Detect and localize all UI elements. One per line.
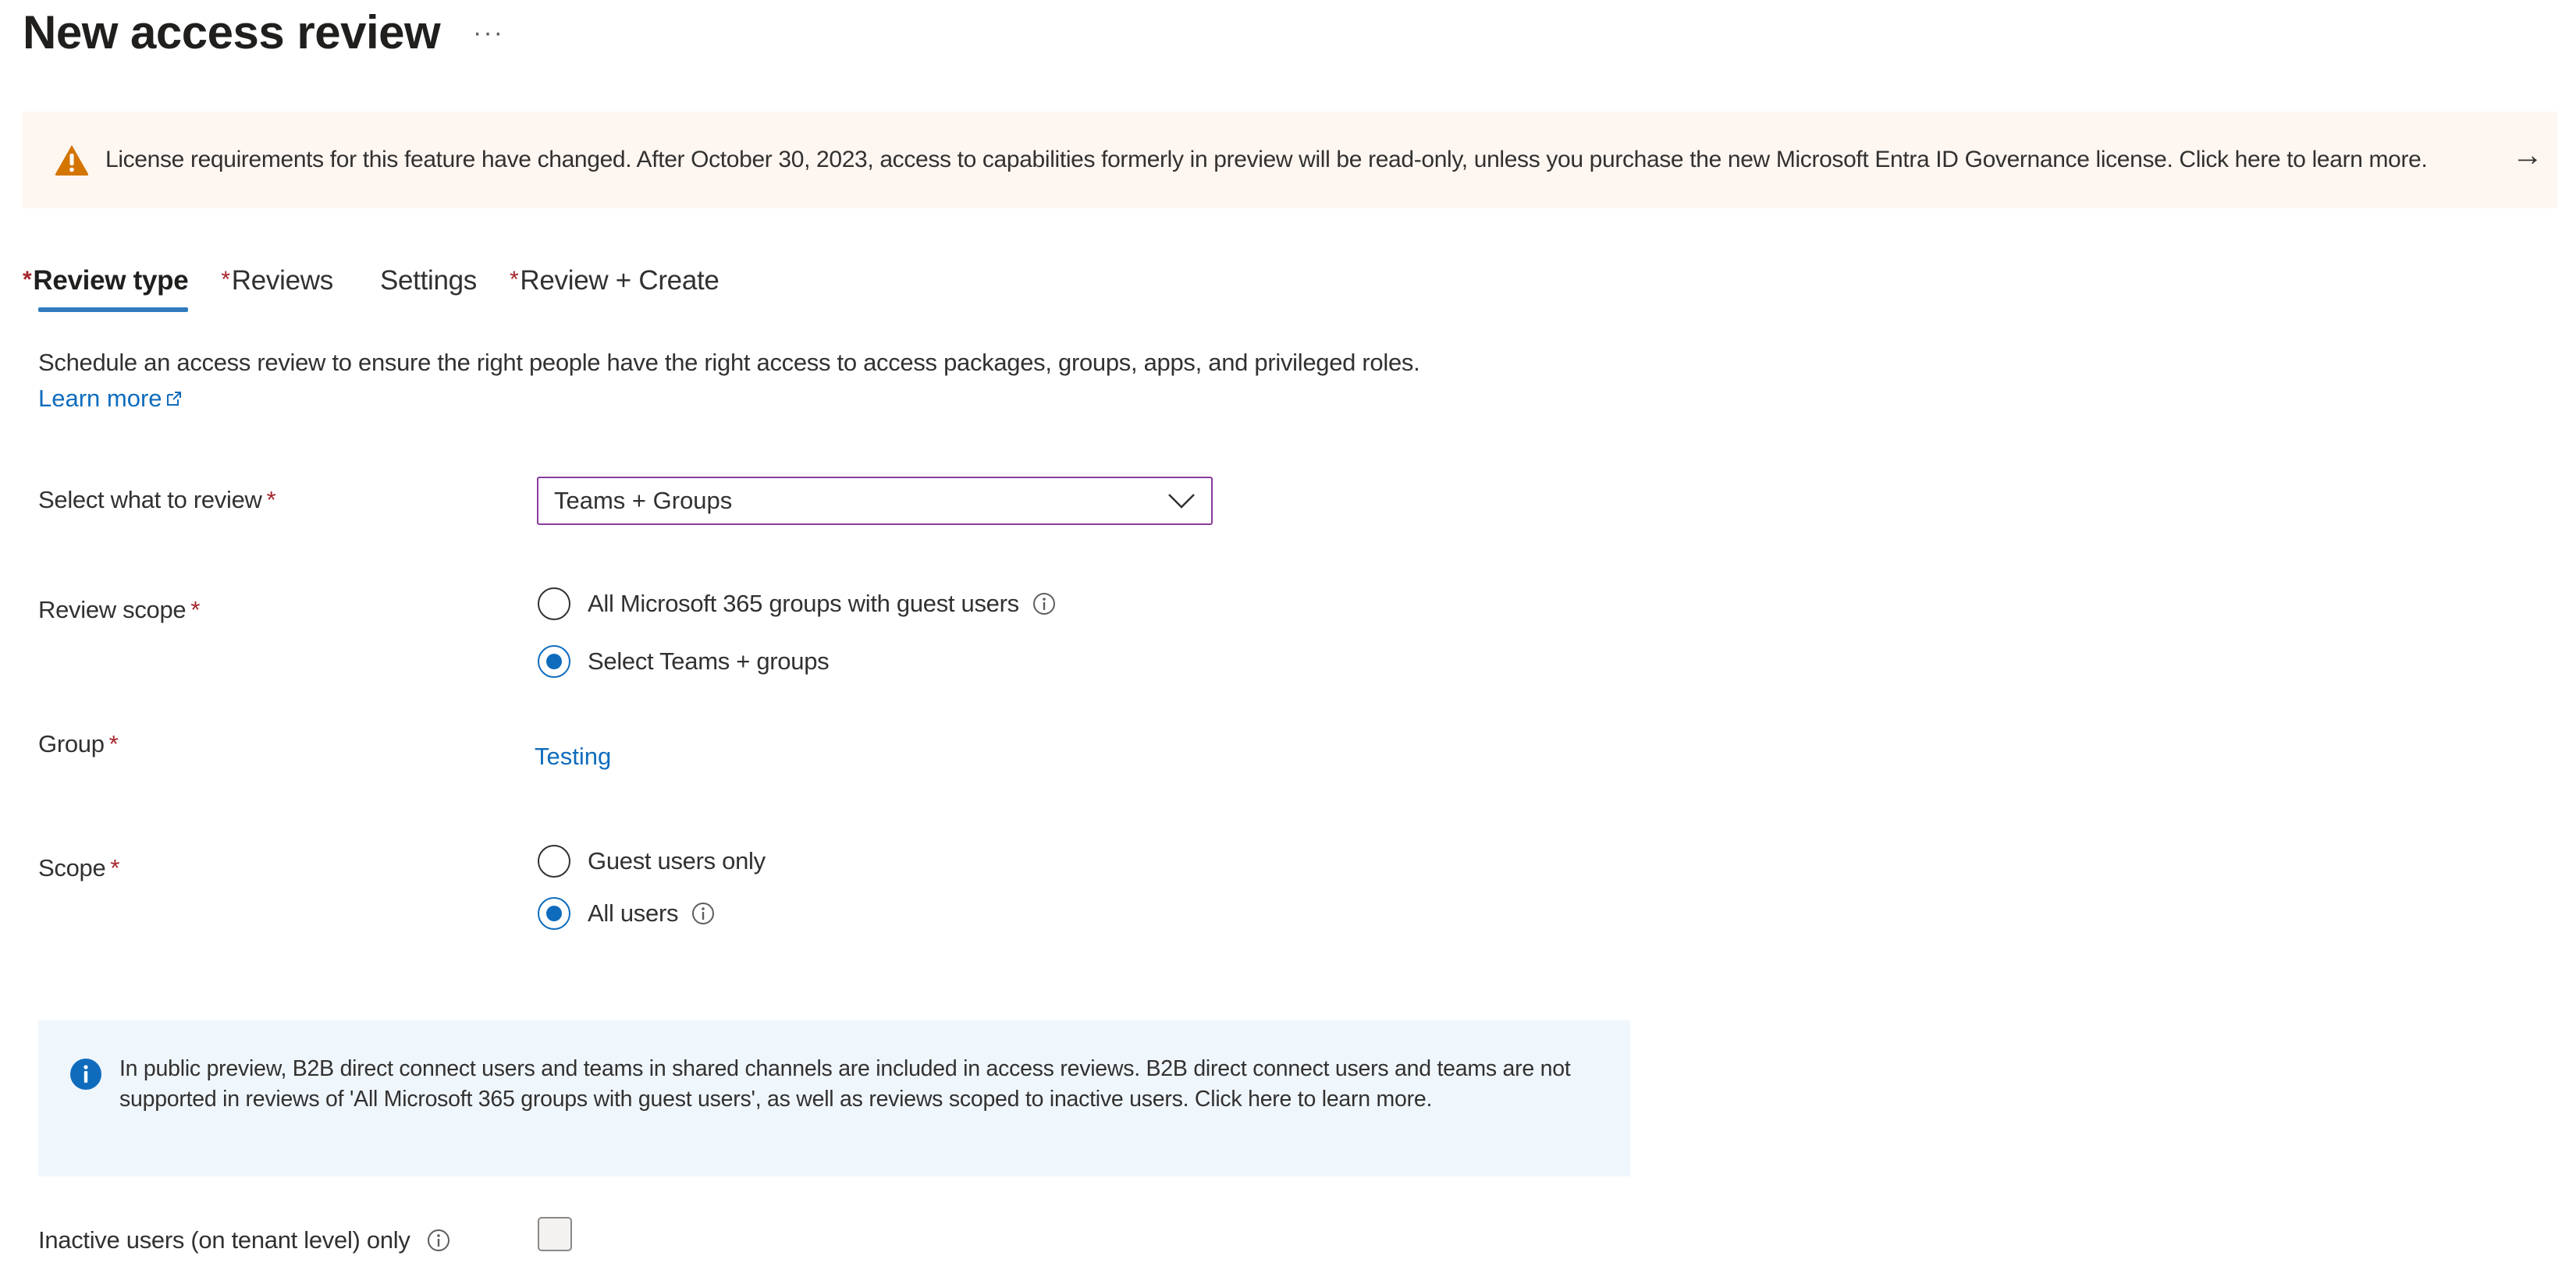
radio-label: All Microsoft 365 groups with guest user…: [588, 590, 1019, 617]
tab-label: Review type: [33, 265, 189, 296]
chevron-down-icon: [1168, 494, 1195, 509]
license-warning-banner[interactable]: License requirements for this feature ha…: [23, 112, 2557, 208]
label-text: Group: [38, 730, 105, 757]
external-link-icon: [166, 392, 181, 406]
wizard-tabs: *Review type *Reviews Settings *Review +…: [23, 265, 752, 312]
tab-label: Review + Create: [520, 265, 720, 296]
info-box-text: In public preview, B2B direct connect us…: [119, 1056, 1571, 1112]
info-icon[interactable]: [1032, 591, 1057, 616]
radio-circle[interactable]: [538, 897, 570, 930]
group-testing-link[interactable]: Testing: [535, 743, 611, 771]
dropdown-value: Teams + Groups: [554, 487, 733, 514]
radio-label: Guest users only: [588, 847, 766, 874]
required-marker: *: [23, 267, 32, 293]
required-marker: *: [108, 730, 119, 757]
required-marker: *: [510, 267, 519, 293]
tab-review-create[interactable]: *Review + Create: [510, 265, 720, 312]
page-description: Schedule an access review to ensure the …: [38, 349, 1420, 376]
required-marker: *: [266, 486, 276, 513]
learn-more-link[interactable]: Learn more: [38, 385, 183, 413]
radio-select-teams-groups[interactable]: Select Teams + groups: [538, 645, 830, 678]
radio-circle[interactable]: [538, 645, 570, 678]
info-icon[interactable]: [426, 1228, 451, 1253]
tab-review-type[interactable]: *Review type: [23, 265, 189, 312]
b2b-info-box[interactable]: In public preview, B2B direct connect us…: [38, 1020, 1630, 1176]
required-marker: *: [190, 596, 201, 623]
tab-label: Settings: [379, 265, 478, 296]
arrow-right-icon[interactable]: →: [2512, 138, 2543, 173]
tab-label: Reviews: [231, 265, 333, 296]
radio-label: Select Teams + groups: [588, 647, 830, 675]
inactive-users-label: Inactive users (on tenant level) only: [38, 1226, 451, 1254]
scope-label: Scope *: [38, 854, 119, 882]
required-marker: *: [221, 267, 230, 293]
label-text: Select what to review: [38, 486, 262, 513]
tab-settings[interactable]: Settings: [380, 265, 477, 312]
select-what-label: Select what to review *: [38, 486, 276, 514]
label-text: Review scope: [38, 596, 187, 623]
learn-more-label: Learn more: [38, 385, 162, 412]
radio-all-users[interactable]: All users: [538, 897, 716, 930]
more-options-button[interactable]: ···: [473, 9, 504, 56]
review-scope-label: Review scope *: [38, 596, 200, 624]
select-what-dropdown[interactable]: Teams + Groups: [537, 477, 1213, 525]
radio-circle[interactable]: [538, 845, 570, 878]
active-tab-indicator: [38, 307, 189, 312]
info-filled-icon: [70, 1059, 101, 1090]
radio-label: All users: [588, 899, 679, 927]
radio-circle[interactable]: [538, 587, 570, 620]
tab-reviews[interactable]: *Reviews: [221, 265, 333, 312]
radio-all-m365-groups[interactable]: All Microsoft 365 groups with guest user…: [538, 587, 1057, 620]
label-text: Inactive users (on tenant level) only: [38, 1226, 410, 1254]
radio-guest-users-only[interactable]: Guest users only: [538, 845, 766, 878]
group-label: Group *: [38, 730, 119, 758]
page-title: New access review: [23, 6, 441, 59]
info-icon[interactable]: [691, 901, 716, 926]
required-marker: *: [110, 854, 120, 881]
banner-text: License requirements for this feature ha…: [105, 147, 2428, 172]
label-text: Scope: [38, 854, 106, 881]
warning-icon: [55, 145, 89, 176]
inactive-users-checkbox[interactable]: [538, 1217, 572, 1251]
